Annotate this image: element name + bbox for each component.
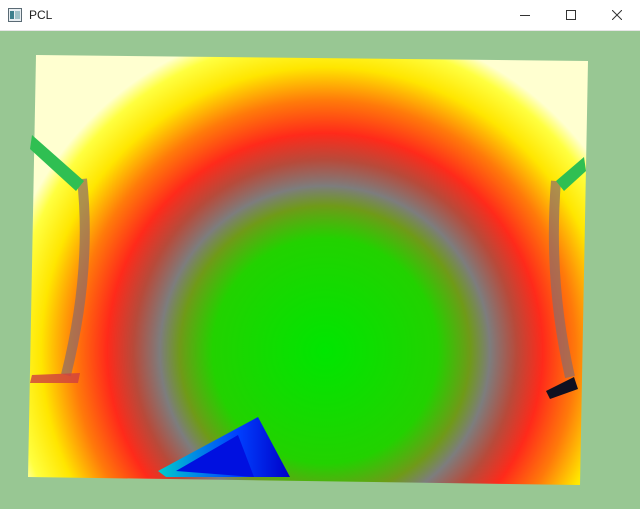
pcl-viewer-window: PCL: [0, 0, 640, 509]
maximize-button[interactable]: [548, 0, 594, 30]
close-button[interactable]: [594, 0, 640, 30]
maximize-icon: [566, 10, 576, 20]
close-icon: [612, 10, 622, 20]
title-bar[interactable]: PCL: [0, 0, 640, 31]
point-cloud-render: [0, 31, 640, 509]
pcl-window-icon: [8, 8, 22, 22]
minimize-icon: [520, 10, 530, 20]
window-title: PCL: [29, 8, 53, 22]
point-cloud-viewport[interactable]: [0, 31, 640, 509]
minimize-button[interactable]: [502, 0, 548, 30]
